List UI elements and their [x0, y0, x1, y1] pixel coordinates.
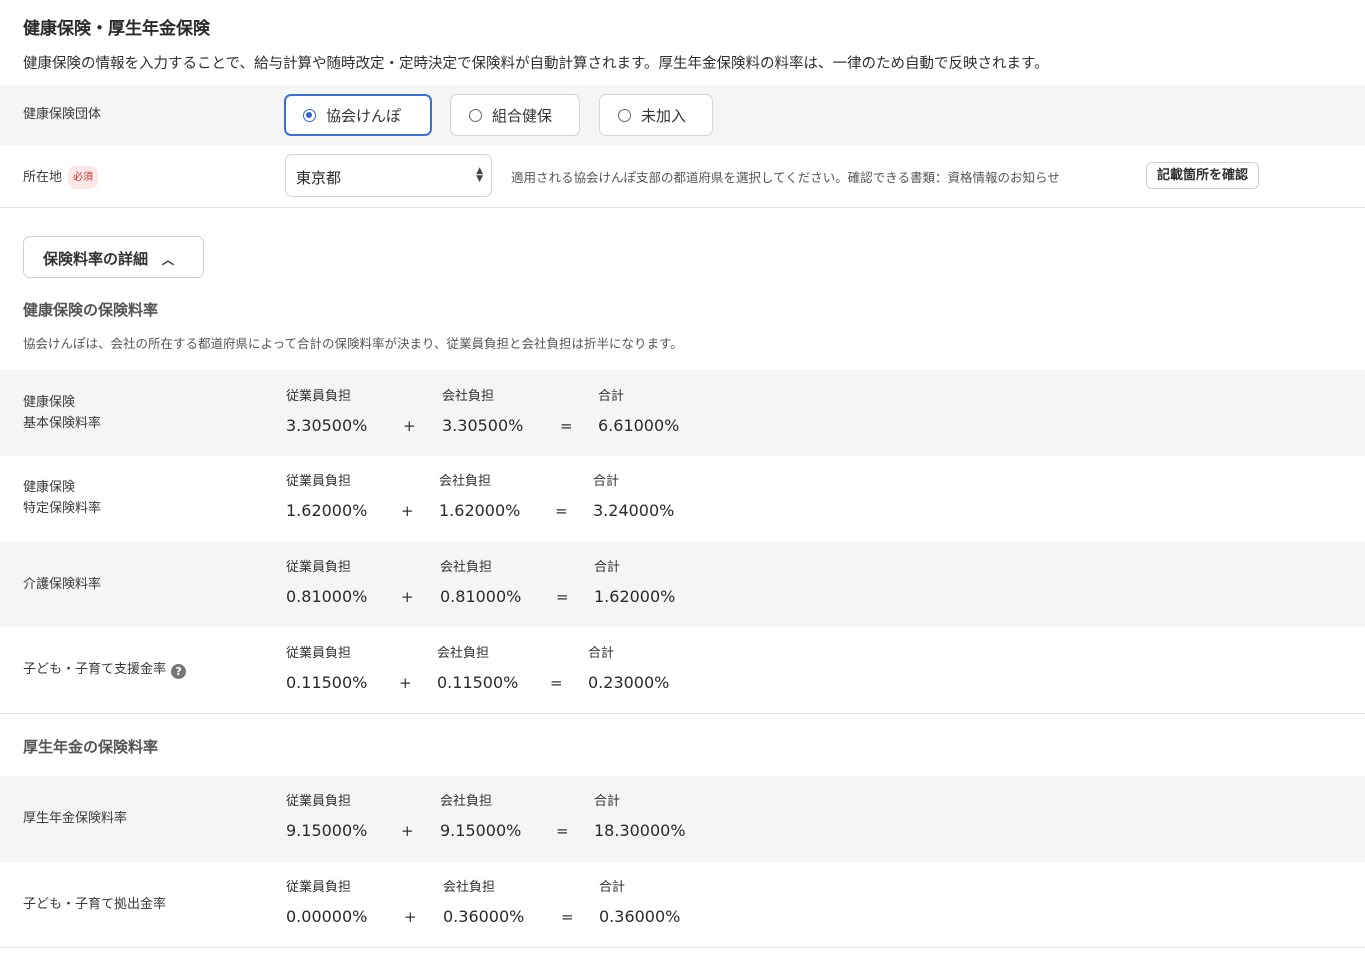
pension-section-title: 厚生年金の保険料率 [23, 738, 159, 756]
total-rate: 6.61000% [598, 416, 680, 435]
prefecture-select-value: 東京都 [296, 169, 342, 187]
employee-column-header: 従業員負担 [286, 646, 352, 661]
radio-not-enrolled[interactable]: 未加入 [599, 94, 713, 136]
employee-column-header: 従業員負担 [286, 389, 352, 404]
total-column-header: 合計 [594, 560, 621, 575]
company-column-header: 会社負担 [437, 646, 490, 661]
total-column-header: 合計 [598, 389, 625, 404]
plus-sign: + [401, 822, 414, 840]
page-description: 健康保険の情報を入力することで、給与計算や随時改定・定時決定で保険料が自動計算さ… [23, 56, 1049, 72]
radio-label: 協会けんぽ [326, 106, 402, 125]
total-column-header: 合計 [599, 880, 626, 895]
rate-row-nursing [0, 542, 1365, 627]
employee-column-header: 従業員負担 [286, 560, 352, 575]
plus-sign: + [399, 674, 412, 692]
employee-column-header: 従業員負担 [286, 794, 352, 809]
total-column-header: 合計 [588, 646, 615, 661]
total-column-header: 合計 [593, 474, 620, 489]
equals-sign: = [561, 908, 574, 926]
location-label-group: 所在地 必須 [23, 166, 99, 189]
employee-column-header: 従業員負担 [286, 474, 352, 489]
company-column-header: 会社負担 [443, 880, 496, 895]
required-badge: 必須 [68, 166, 99, 189]
employee-rate: 3.30500% [286, 416, 368, 435]
rate-row-label: 子ども・子育て支援金率? [23, 659, 187, 680]
rate-row-label: 子ども・子育て拠出金率 [23, 897, 167, 912]
company-rate: 0.11500% [437, 673, 519, 692]
plus-sign: + [403, 417, 416, 435]
employee-column-header: 従業員負担 [286, 880, 352, 895]
radio-label: 組合健保 [492, 106, 553, 125]
employee-rate: 9.15000% [286, 821, 368, 840]
rate-row-label: 介護保険料率 [23, 577, 102, 592]
rate-row-label-line1: 健康保険 [23, 395, 76, 410]
chevron-up-icon: ︿ [162, 253, 175, 267]
insurer-label: 健康保険団体 [23, 107, 102, 122]
rate-row-basic [0, 370, 1365, 456]
prefecture-hint: 適用される協会けんぽ支部の都道府県を選択してください。確認できる書類：資格情報の… [511, 170, 1060, 185]
rate-row-label: 健康保険 基本保険料率 [23, 392, 101, 434]
equals-sign: = [556, 822, 569, 840]
employee-rate: 0.11500% [286, 673, 368, 692]
company-rate: 0.81000% [440, 587, 522, 606]
company-rate: 9.15000% [440, 821, 522, 840]
equals-sign: = [550, 674, 563, 692]
divider [0, 207, 1365, 208]
total-rate: 18.30000% [594, 821, 686, 840]
equals-sign: = [555, 502, 568, 520]
company-column-header: 会社負担 [439, 474, 492, 489]
radio-kumiai-kenpo[interactable]: 組合健保 [450, 94, 580, 136]
total-column-header: 合計 [594, 794, 621, 809]
company-column-header: 会社負担 [440, 560, 493, 575]
company-column-header: 会社負担 [440, 794, 493, 809]
company-column-header: 会社負担 [442, 389, 495, 404]
rate-row-label-text: 子ども・子育て支援金率 [23, 662, 167, 677]
radio-label: 未加入 [641, 106, 687, 125]
total-rate: 0.23000% [588, 673, 670, 692]
divider [0, 947, 1365, 948]
rate-row-label: 健康保険 特定保険料率 [23, 477, 101, 519]
radio-unselected-icon [618, 108, 631, 122]
rate-row-label-line2: 基本保険料率 [23, 416, 102, 431]
confirm-location-button[interactable]: 記載箇所を確認 [1146, 162, 1260, 189]
total-rate: 3.24000% [593, 501, 675, 520]
divider [0, 713, 1365, 714]
employee-rate: 0.00000% [286, 907, 368, 926]
rate-row-label-line1: 健康保険 [23, 480, 76, 495]
employee-rate: 1.62000% [286, 501, 368, 520]
employee-rate: 0.81000% [286, 587, 368, 606]
company-rate: 1.62000% [439, 501, 521, 520]
total-rate: 1.62000% [594, 587, 676, 606]
rate-row-label-line2: 特定保険料率 [23, 501, 102, 516]
company-rate: 3.30500% [442, 416, 524, 435]
location-label: 所在地 [23, 170, 63, 185]
radio-unselected-icon [469, 108, 482, 122]
select-updown-icon: ▲ ▼ [476, 166, 483, 184]
total-rate: 0.36000% [599, 907, 681, 926]
page-title: 健康保険・厚生年金保険 [23, 19, 210, 39]
rate-row-label: 厚生年金保険料率 [23, 811, 128, 826]
rate-details-toggle-label: 保険料率の詳細 [43, 250, 149, 268]
radio-selected-icon [303, 108, 316, 122]
equals-sign: = [560, 417, 573, 435]
health-section-description: 協会けんぽは、会社の所在する都道府県によって合計の保険料率が決まり、従業員負担と… [23, 336, 683, 351]
radio-kyokai-kenpo[interactable]: 協会けんぽ [284, 94, 432, 136]
plus-sign: + [401, 502, 414, 520]
prefecture-select[interactable]: 東京都 ▲ ▼ [285, 154, 492, 197]
rate-details-toggle-button[interactable]: 保険料率の詳細 ︿ [23, 236, 204, 278]
equals-sign: = [556, 588, 569, 606]
rate-row-pension [0, 776, 1365, 862]
health-section-title: 健康保険の保険料率 [23, 301, 159, 319]
plus-sign: + [401, 588, 414, 606]
question-circle-icon[interactable]: ? [171, 664, 187, 679]
plus-sign: + [404, 908, 417, 926]
company-rate: 0.36000% [443, 907, 525, 926]
